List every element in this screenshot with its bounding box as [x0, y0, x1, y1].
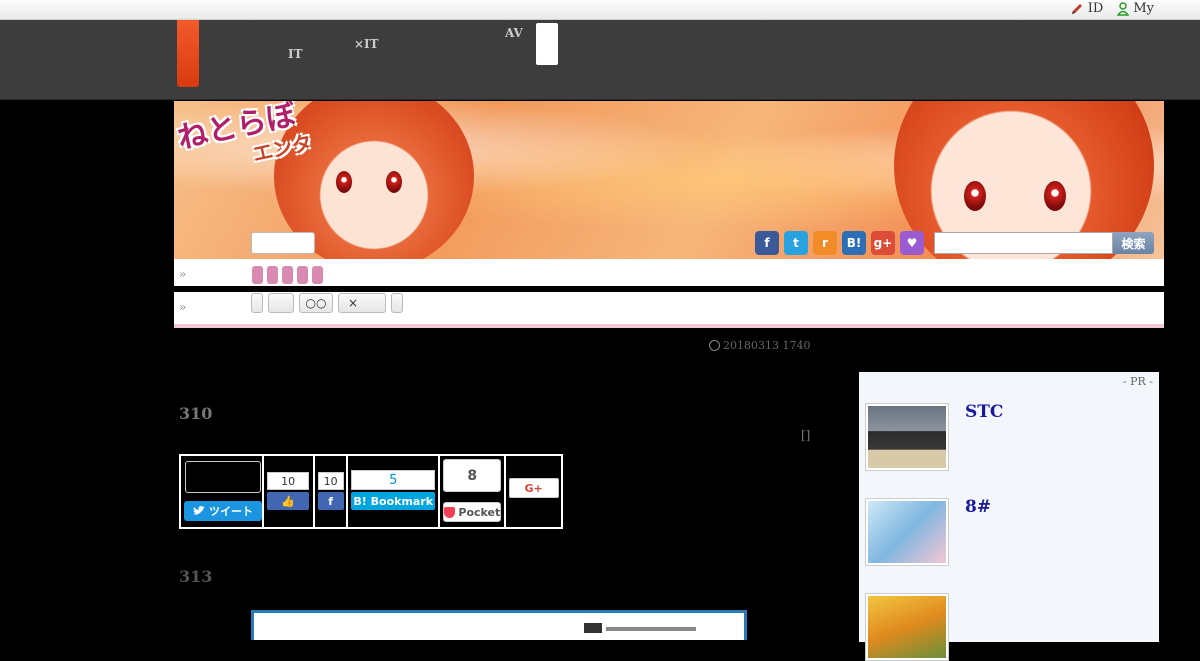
- tweet-count-box: [185, 461, 261, 493]
- sidebar-item-title[interactable]: 8#: [965, 497, 991, 517]
- tag-buttons: ○○ ×: [251, 293, 403, 313]
- article-title: 310: [179, 404, 213, 423]
- tag-row: » ○○ ×: [174, 292, 1164, 324]
- tag-button[interactable]: [251, 293, 263, 313]
- divider-pink: [174, 324, 1164, 328]
- my-link[interactable]: My: [1117, 1, 1154, 16]
- anime-image: [868, 596, 946, 658]
- sidebar-item-thumbnail[interactable]: [865, 403, 949, 471]
- tweet-cell: ツイート: [181, 456, 265, 527]
- sidebar-item-thumbnail[interactable]: [865, 498, 949, 566]
- google-plus-icon[interactable]: g+: [871, 231, 895, 255]
- fb-like-cell: 10 👍: [264, 456, 315, 527]
- fb-like-button[interactable]: 👍: [267, 492, 310, 510]
- id-link-label: ID: [1087, 1, 1104, 16]
- nav-item-3-line2[interactable]: [505, 38, 529, 50]
- pocket-icon: [444, 506, 456, 518]
- fb-share-button[interactable]: f: [317, 492, 344, 510]
- tweet-button[interactable]: ツイート: [184, 501, 262, 521]
- section-heading: 313: [179, 567, 213, 586]
- embedded-card[interactable]: [251, 610, 747, 640]
- eye-icon: [1044, 181, 1066, 211]
- top-strip: ID My: [0, 0, 1200, 20]
- sidebar-item-thumbnail[interactable]: [865, 593, 949, 661]
- hatena-label: Bookmark: [370, 494, 434, 508]
- top-links: ID My: [1070, 1, 1154, 16]
- cat-icon[interactable]: ♥: [900, 231, 924, 255]
- gplus-cell: G+: [506, 456, 561, 527]
- social-links: f t r B! g+ ♥: [755, 231, 924, 255]
- eye-icon: [386, 171, 402, 193]
- category-pill[interactable]: [312, 266, 323, 284]
- category-pill[interactable]: [282, 266, 293, 284]
- sidebar-item-title[interactable]: STC: [965, 402, 1003, 422]
- share-buttons: ツイート 10 👍 10 f 5 B! Bookmark 8 Pocket G+: [179, 454, 563, 529]
- eye-icon: [964, 181, 986, 211]
- fb-like-count: 10: [267, 472, 310, 490]
- tag-button[interactable]: [391, 293, 403, 313]
- fb-share-count: 10: [317, 472, 344, 490]
- fb-share-cell: 10 f: [315, 456, 349, 527]
- hatena-bookmark-button[interactable]: B! Bookmark: [351, 492, 436, 510]
- pocket-label: Pocket: [458, 505, 501, 519]
- article-date: 20180313 1740: [709, 339, 810, 352]
- id-link[interactable]: ID: [1070, 1, 1104, 16]
- google-plus-button[interactable]: G+: [508, 478, 559, 498]
- category-pill[interactable]: [252, 266, 263, 284]
- nav-item-1-line1[interactable]: [288, 28, 312, 40]
- search-button[interactable]: 検索: [1113, 232, 1154, 254]
- hatena-icon: B!: [353, 494, 371, 508]
- nav-item-2-line2[interactable]: ×IT: [354, 38, 379, 50]
- category-pill[interactable]: [267, 266, 278, 284]
- twitter-icon[interactable]: t: [784, 231, 808, 255]
- category-pill[interactable]: [297, 266, 308, 284]
- pr-label: - PR -: [1122, 375, 1153, 388]
- hatena-cell: 5 B! Bookmark: [348, 456, 441, 527]
- thumbs-up-icon: 👍: [281, 494, 295, 508]
- search-input[interactable]: [934, 232, 1113, 254]
- embed-text-placeholder: [606, 627, 696, 631]
- my-link-label: My: [1133, 1, 1154, 16]
- pocket-cell: 8 Pocket: [440, 456, 506, 527]
- pocket-button[interactable]: Pocket: [443, 502, 502, 522]
- global-nav: IT ×IT AV: [0, 20, 1200, 100]
- pencil-icon: [1071, 3, 1082, 14]
- facebook-icon[interactable]: f: [755, 231, 779, 255]
- pocket-count: 8: [443, 459, 502, 492]
- tag-button[interactable]: ×: [338, 293, 386, 313]
- tag-button[interactable]: [268, 293, 294, 313]
- facebook-icon: f: [328, 494, 333, 508]
- tweet-label: ツイート: [209, 505, 253, 518]
- twitter-bird-icon: [193, 506, 205, 515]
- hatena-count: 5: [351, 470, 436, 490]
- eye-icon: [336, 171, 352, 193]
- person-photo: [868, 406, 946, 468]
- hatena-icon[interactable]: B!: [842, 231, 866, 255]
- embed-thumbnail: [584, 623, 602, 633]
- article-bracket: []: [801, 428, 811, 442]
- header-banner: ねとらぼ エンタ f t r B! g+ ♥ 検索: [174, 101, 1164, 259]
- clock-icon: [709, 340, 720, 351]
- banner-small-input[interactable]: [251, 232, 315, 254]
- user-icon: [1117, 1, 1130, 16]
- category-pills: [252, 266, 323, 284]
- site-logo-tab[interactable]: [177, 20, 199, 87]
- rss-icon[interactable]: r: [813, 231, 837, 255]
- article-date-text: 20180313 1740: [723, 339, 811, 352]
- category-row: »: [174, 259, 1164, 286]
- breadcrumb-arrow: »: [179, 267, 187, 281]
- nav-item-1-line2[interactable]: IT: [288, 48, 303, 60]
- nav-item-4[interactable]: [536, 23, 558, 65]
- sidebar-pr: - PR - STC 8#: [859, 372, 1159, 661]
- tag-button[interactable]: ○○: [299, 293, 333, 313]
- breadcrumb-arrow: »: [179, 300, 187, 314]
- promo-image: [868, 501, 946, 563]
